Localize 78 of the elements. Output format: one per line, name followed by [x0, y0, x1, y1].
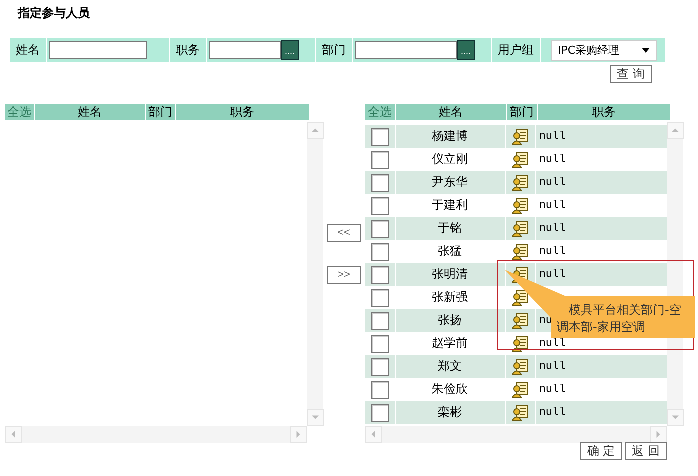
- field-label: 用户组: [497, 42, 535, 58]
- picker-button[interactable]: ....: [457, 40, 475, 60]
- name-text: 于铭: [438, 220, 462, 237]
- job-text: null: [538, 222, 566, 234]
- row-checkbox[interactable]: [370, 358, 389, 376]
- column-header: 部门: [507, 104, 537, 120]
- row-checkbox[interactable]: [370, 334, 389, 352]
- user-group-dropdown[interactable]: IPC采购经理: [551, 40, 657, 60]
- job-text: null: [538, 406, 566, 418]
- job-text: null: [538, 268, 566, 280]
- table-row[interactable]: 栾彬 null: [365, 401, 667, 424]
- name-text: 郑文: [438, 358, 462, 375]
- name-text: 张明清: [432, 266, 468, 283]
- confirm-button[interactable]: 确 定: [580, 442, 622, 460]
- back-button[interactable]: 返 回: [625, 442, 667, 460]
- move-right-button[interactable]: >>: [327, 266, 361, 284]
- table-row[interactable]: 尹东华 null: [365, 171, 667, 194]
- picker-button[interactable]: ....: [281, 40, 299, 60]
- row-checkbox[interactable]: [370, 404, 389, 422]
- table-row[interactable]: 张明清 null: [365, 263, 667, 286]
- row-checkbox[interactable]: [370, 242, 389, 260]
- job-text: null: [538, 130, 566, 142]
- name-text: 尹东华: [432, 174, 468, 191]
- text-field[interactable]: [49, 41, 147, 59]
- field-label: 职务: [175, 42, 201, 58]
- name-text: 杨建博: [432, 128, 468, 145]
- name-text: 赵学前: [432, 335, 468, 352]
- job-text: null: [538, 338, 566, 350]
- table-row[interactable]: 杨建博 null: [365, 125, 667, 148]
- name-text: 张新强: [432, 289, 468, 306]
- row-checkbox[interactable]: [370, 220, 389, 238]
- job-text: null: [538, 360, 566, 372]
- contact-card-icon[interactable]: [512, 152, 529, 168]
- table-row[interactable]: 于铭 null: [365, 217, 667, 240]
- job-text: null: [538, 176, 566, 188]
- field-label: 部门: [321, 42, 347, 58]
- contact-card-icon[interactable]: [512, 244, 529, 260]
- contact-card-icon[interactable]: [512, 198, 529, 214]
- contact-card-icon[interactable]: [512, 312, 529, 328]
- row-checkbox[interactable]: [370, 312, 389, 330]
- column-header: 部门: [146, 104, 175, 120]
- row-checkbox[interactable]: [370, 174, 389, 192]
- column-header: 职务: [538, 104, 670, 120]
- contact-card-icon[interactable]: [512, 174, 529, 190]
- contact-card-icon[interactable]: [512, 290, 529, 306]
- name-text: 朱俭欣: [432, 381, 468, 398]
- contact-card-icon[interactable]: [512, 220, 529, 236]
- move-left-button[interactable]: <<: [327, 224, 361, 242]
- column-header: 职务: [176, 104, 309, 120]
- text-field[interactable]: [355, 41, 457, 59]
- job-text: null: [538, 384, 566, 396]
- contact-card-icon[interactable]: [512, 128, 529, 144]
- name-text: 栾彬: [438, 404, 462, 421]
- contact-card-icon[interactable]: [512, 382, 529, 398]
- row-checkbox[interactable]: [370, 288, 389, 306]
- column-header: 姓名: [35, 104, 145, 120]
- field-label: 姓名: [15, 42, 41, 58]
- column-header: 姓名: [396, 104, 506, 120]
- row-checkbox[interactable]: [370, 128, 389, 146]
- row-checkbox[interactable]: [370, 266, 389, 284]
- table-row[interactable]: 郑文 null: [365, 355, 667, 378]
- row-checkbox[interactable]: [370, 380, 389, 398]
- text-field[interactable]: [209, 41, 281, 59]
- name-text: 张猛: [438, 243, 462, 260]
- job-text: null: [538, 246, 566, 258]
- name-text: 于建利: [432, 197, 468, 214]
- dropdown-caret-icon: [642, 48, 650, 52]
- name-text: 仪立刚: [432, 151, 468, 168]
- row-checkbox[interactable]: [370, 150, 389, 168]
- name-text: 张扬: [438, 312, 462, 329]
- contact-card-icon[interactable]: [512, 404, 529, 420]
- contact-card-icon[interactable]: [512, 336, 529, 352]
- job-text: null: [538, 154, 566, 166]
- contact-card-icon[interactable]: [512, 358, 529, 374]
- search-button[interactable]: 查 询: [610, 65, 652, 83]
- row-checkbox[interactable]: [370, 196, 389, 214]
- page-title: 指定参与人员: [16, 5, 91, 22]
- job-text: null: [538, 200, 566, 212]
